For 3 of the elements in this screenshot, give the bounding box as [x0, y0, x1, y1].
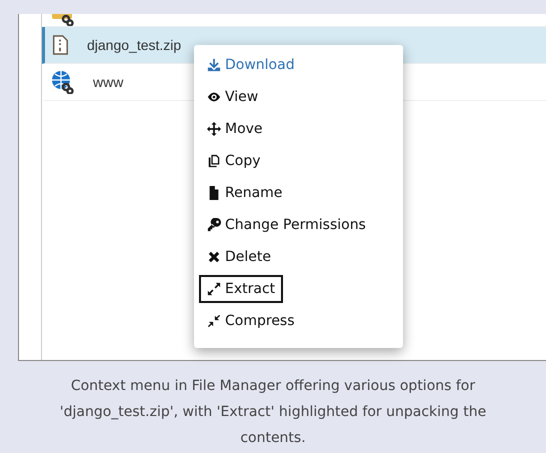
file-name: www	[93, 74, 124, 90]
file-name: django_test.zip	[87, 37, 182, 53]
caption: Context menu in File Manager offering various options for 'django_test.zip', with 'Extract' highlighted for unpacking the contents.	[58, 377, 488, 448]
